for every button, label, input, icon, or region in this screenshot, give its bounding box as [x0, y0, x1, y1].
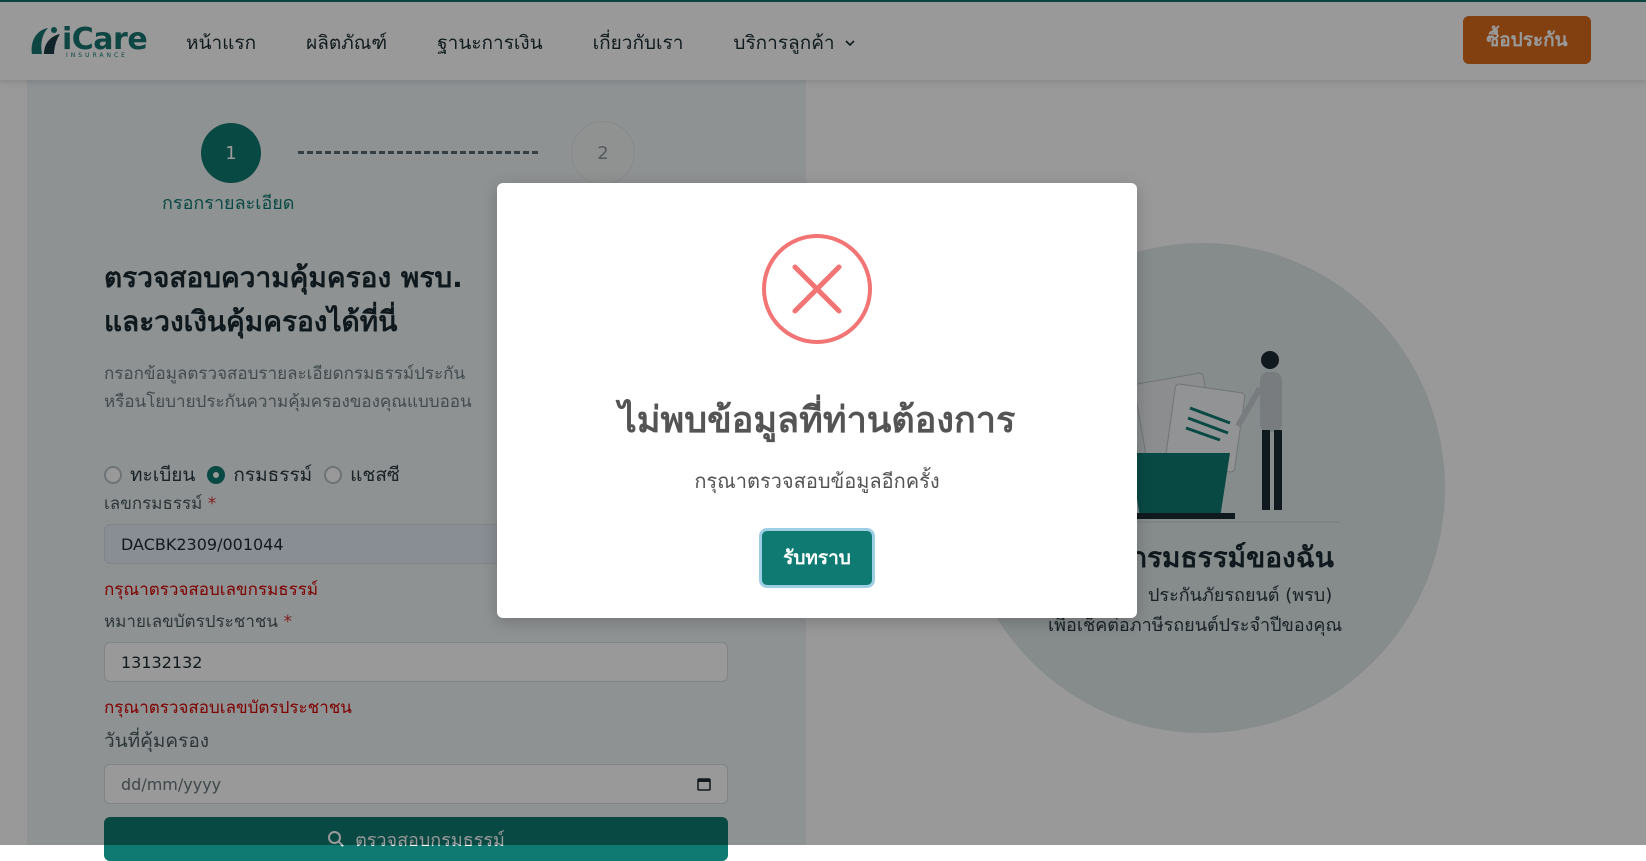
acknowledge-button[interactable]: รับทราบ: [762, 531, 872, 585]
dialog-title: ไม่พบข้อมูลที่ท่านต้องการ: [618, 400, 1016, 441]
error-dialog: ไม่พบข้อมูลที่ท่านต้องการ กรุณาตรวจสอบข้…: [497, 183, 1137, 618]
error-x-icon: [762, 234, 872, 344]
dialog-message: กรุณาตรวจสอบข้อมูลอีกครั้ง: [694, 469, 940, 493]
